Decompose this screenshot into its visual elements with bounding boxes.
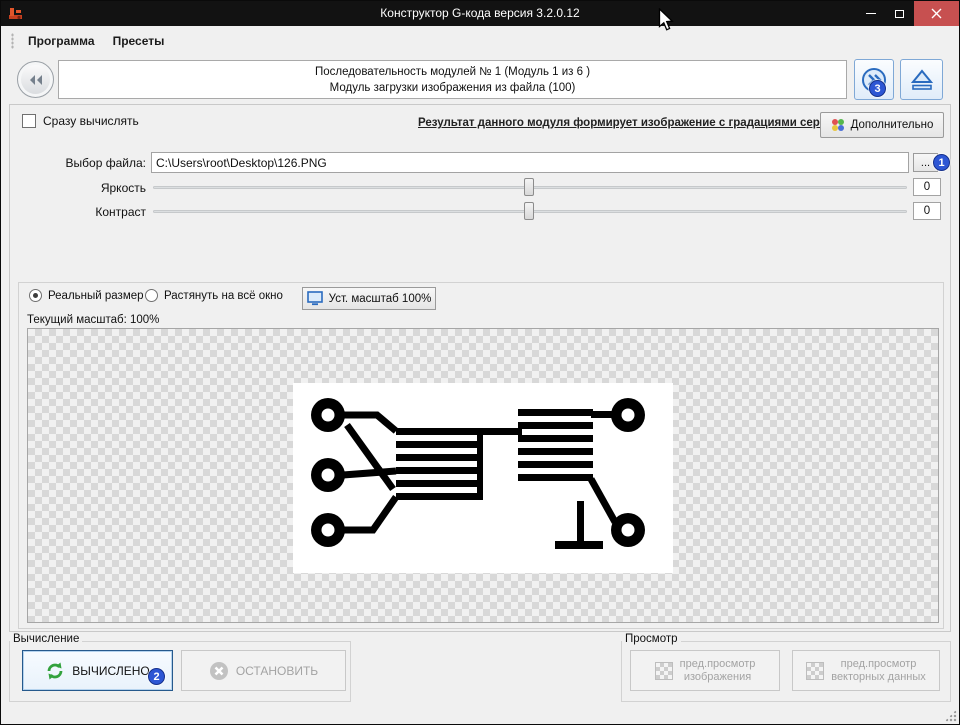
mouse-cursor [658, 7, 676, 39]
menu-presets[interactable]: Пресеты [104, 30, 174, 52]
titlebar: Конструктор G-кода версия 3.2.0.12 [1, 1, 959, 26]
minimize-icon [865, 13, 876, 14]
close-button[interactable] [914, 1, 959, 26]
minimize-button[interactable] [856, 1, 885, 26]
image-placeholder-icon [654, 661, 673, 680]
preview-vector-button[interactable]: пред.просмотр векторных данных [792, 650, 940, 691]
radio-real-size[interactable]: Реальный размер [29, 289, 144, 302]
module-settings-panel: Сразу вычислять Результат данного модуля… [9, 104, 951, 632]
stop-button-label: ОСТАНОВИТЬ [235, 663, 319, 678]
statusbar [1, 704, 959, 724]
module-sequence-panel: Последовательность модулей № 1 (Модуль 1… [58, 60, 847, 99]
file-label: Выбор файла: [65, 156, 146, 170]
annotation-badge-1: 1 [933, 154, 950, 171]
window-title: Конструктор G-кода версия 3.2.0.12 [380, 6, 580, 20]
close-icon [931, 8, 942, 19]
contrast-slider-thumb[interactable] [524, 202, 535, 220]
brightness-slider[interactable] [151, 177, 909, 197]
view-group-label: Просмотр [622, 633, 681, 645]
refresh-icon [47, 662, 63, 679]
maximize-icon [895, 9, 904, 18]
preview-group: Реальный размер Растянуть на всё окно Ус… [18, 282, 944, 629]
vector-placeholder-icon [806, 661, 825, 680]
advanced-button-label: Дополнительно [850, 119, 934, 131]
app-window: Конструктор G-кода версия 3.2.0.12 Прогр… [0, 0, 960, 725]
set-scale-button[interactable]: Уст. масштаб 100% [302, 287, 436, 310]
contrast-value-box[interactable]: 0 [913, 202, 941, 220]
sequence-line2: Модуль загрузки изображения из файла (10… [329, 81, 576, 94]
compute-group-label: Вычисление [10, 633, 83, 645]
annotation-badge-2: 2 [148, 668, 165, 685]
module-list-button[interactable] [900, 59, 943, 100]
resize-grip[interactable] [944, 709, 957, 722]
preview-vector-label-line1: пред.просмотр [840, 657, 917, 670]
checkbox-icon [22, 114, 36, 128]
stop-button[interactable]: ОСТАНОВИТЬ [181, 650, 346, 691]
annotation-badge-3: 3 [869, 80, 886, 97]
preview-image-label-line1: пред.просмотр [679, 657, 756, 670]
current-scale-text: Текущий масштаб: 100% [27, 314, 160, 326]
advanced-button[interactable]: Дополнительно [820, 112, 944, 138]
pcb-image [293, 383, 673, 573]
radio-stretch[interactable]: Растянуть на всё окно [145, 289, 283, 302]
module-result-link[interactable]: Результат данного модуля формирует изобр… [418, 117, 839, 129]
image-preview-canvas [27, 328, 939, 623]
brightness-label: Яркость [100, 181, 146, 195]
computed-button-label: ВЫЧИСЛЕНО [72, 663, 150, 678]
radio-real-size-label: Реальный размер [48, 289, 144, 302]
brightness-slider-thumb[interactable] [524, 178, 535, 196]
radio-selected-icon [29, 289, 42, 302]
menubar: Программа Пресеты [1, 26, 959, 56]
colored-dots-icon [831, 119, 844, 131]
auto-calc-label: Сразу вычислять [43, 114, 139, 128]
stop-x-icon [209, 661, 228, 680]
brightness-value-box[interactable]: 0 [913, 178, 941, 196]
file-path-input[interactable] [151, 152, 909, 173]
preview-image-label-line2: изображения [683, 670, 752, 683]
maximize-button[interactable] [885, 1, 914, 26]
preview-image-button[interactable]: пред.просмотр изображения [630, 650, 780, 691]
menu-program[interactable]: Программа [19, 30, 104, 52]
radio-stretch-label: Растянуть на всё окно [164, 289, 283, 302]
eject-icon [910, 68, 933, 90]
compute-group: Вычисление ВЫЧИСЛЕНО ОСТАНОВИТЬ [9, 633, 351, 702]
caption-buttons [856, 1, 959, 26]
auto-calc-checkbox[interactable]: Сразу вычислять [22, 114, 139, 128]
previous-module-button[interactable] [17, 61, 54, 98]
set-scale-button-label: Уст. масштаб 100% [328, 292, 432, 305]
preview-vector-label-line2: векторных данных [831, 670, 926, 683]
sequence-line1: Последовательность модулей № 1 (Модуль 1… [314, 65, 591, 78]
menubar-grip-icon [11, 33, 14, 49]
monitor-icon [306, 291, 323, 306]
double-left-arrow-icon [29, 74, 42, 85]
radio-unselected-icon [145, 289, 158, 302]
contrast-label: Контраст [95, 205, 146, 219]
contrast-slider[interactable] [151, 201, 909, 221]
view-group: Просмотр пред.просмотр изображения пред.… [621, 633, 951, 702]
